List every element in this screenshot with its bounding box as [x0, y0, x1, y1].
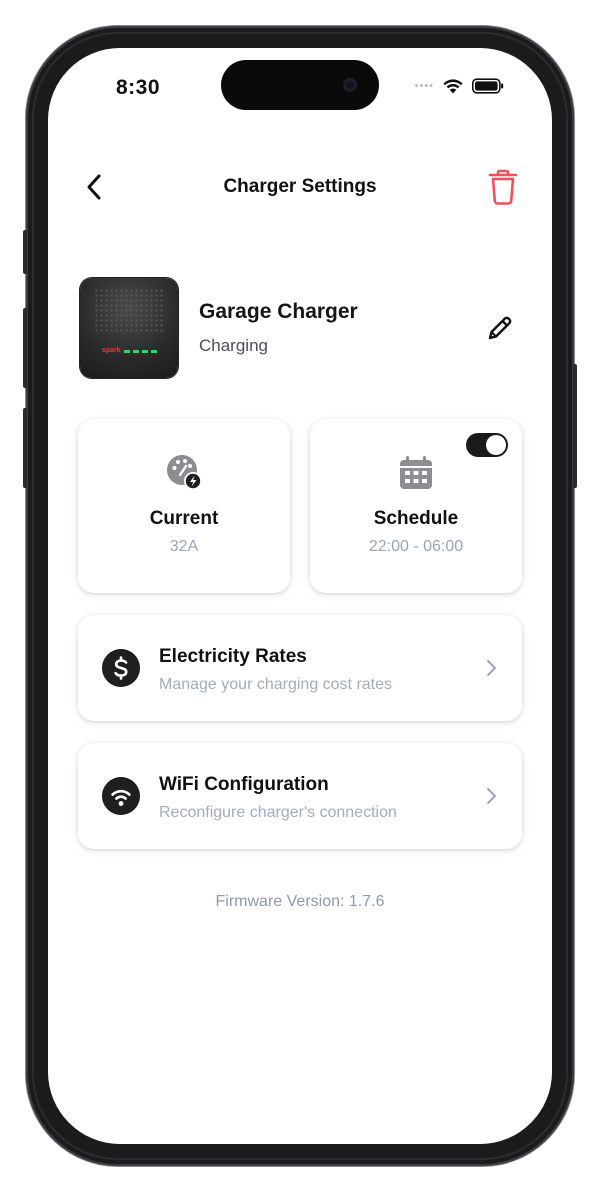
wifi-configuration-subtitle: Reconfigure charger's connection [159, 804, 397, 821]
wifi-configuration-title: WiFi Configuration [159, 774, 329, 795]
electricity-rates-subtitle: Manage your charging cost rates [159, 676, 393, 693]
chevron-right-icon [487, 660, 496, 676]
dollar-icon [102, 649, 140, 687]
camera-icon [343, 78, 357, 92]
screen: 8:30 •••• Charger Settings spark Garage … [48, 48, 552, 1144]
status-icons: •••• [415, 78, 504, 94]
device-name: Garage Charger [199, 300, 358, 323]
dynamic-island [221, 60, 379, 110]
schedule-time-range: 22:00 - 06:00 [368, 538, 464, 555]
electricity-rates-row[interactable]: Electricity Rates Manage your charging c… [78, 615, 522, 721]
header: Charger Settings [48, 164, 552, 210]
current-tile-title: Current [149, 508, 219, 529]
firmware-version: Firmware Version: 1.7.6 [215, 893, 385, 910]
page-title: Charger Settings [223, 176, 377, 197]
device-status: Charging [199, 336, 268, 355]
electricity-rates-title: Electricity Rates [159, 646, 307, 667]
delete-charger-button[interactable] [486, 168, 520, 206]
charger-image: spark [80, 278, 178, 378]
schedule-tile[interactable]: Schedule 22:00 - 06:00 [310, 419, 522, 593]
chevron-right-icon [487, 788, 496, 804]
volume-down-button [23, 408, 27, 488]
charger-led-indicator [124, 350, 157, 353]
toggle-knob [486, 435, 506, 455]
device-summary: spark Garage Charger Charging [80, 278, 520, 378]
schedule-toggle[interactable] [466, 433, 508, 457]
cellular-signal-icon: •••• [414, 80, 434, 92]
action-button [23, 230, 27, 274]
charger-grill [94, 288, 164, 332]
status-time: 8:30 [116, 76, 161, 99]
wifi-icon [443, 79, 463, 94]
current-tile[interactable]: Current 32A [78, 419, 290, 593]
edit-name-button[interactable] [484, 312, 516, 344]
current-meter-icon [167, 455, 202, 490]
battery-icon [472, 78, 504, 94]
wifi-icon [102, 777, 140, 815]
schedule-tile-title: Schedule [373, 508, 459, 529]
current-value: 32A [169, 538, 199, 555]
volume-up-button [23, 308, 27, 388]
wifi-configuration-row[interactable]: WiFi Configuration Reconfigure charger's… [78, 743, 522, 849]
charger-brand-logo: spark [102, 347, 121, 354]
calendar-icon [400, 456, 432, 489]
power-button [573, 364, 577, 488]
